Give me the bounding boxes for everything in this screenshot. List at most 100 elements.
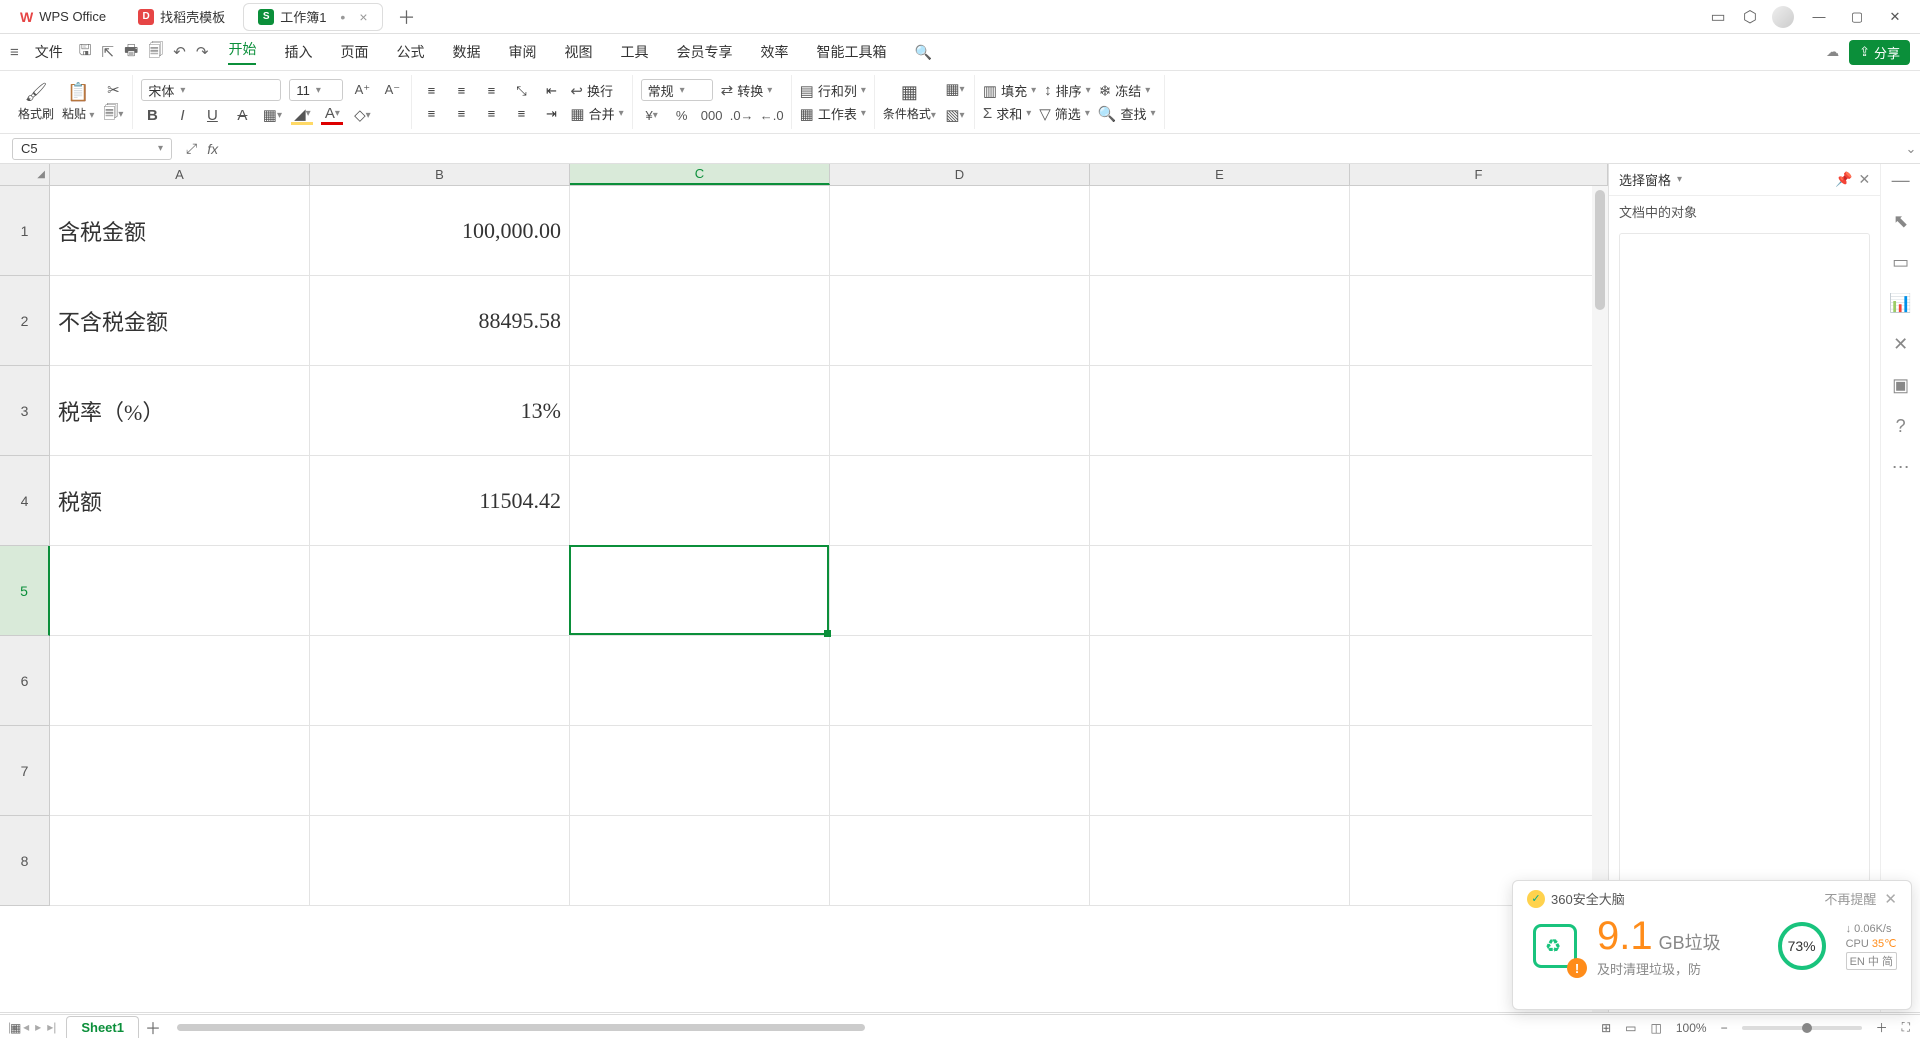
column-header[interactable]: D bbox=[830, 164, 1090, 185]
zoom-out-button[interactable]: − bbox=[1721, 1021, 1728, 1035]
merge-cells-button[interactable]: ▦合并▾ bbox=[570, 104, 623, 123]
ribbon-tab-review[interactable]: 审阅 bbox=[508, 42, 536, 62]
align-bottom-icon[interactable]: ≡ bbox=[480, 82, 502, 100]
strikethrough-icon[interactable]: A bbox=[231, 105, 253, 125]
collapse-panel-icon[interactable]: — bbox=[1892, 170, 1910, 191]
align-justify-icon[interactable]: ≡ bbox=[510, 105, 532, 123]
ribbon-tab-efficiency[interactable]: 效率 bbox=[760, 42, 788, 62]
column-header[interactable]: F bbox=[1350, 164, 1608, 185]
chart-tool-icon[interactable]: 📊 bbox=[1889, 293, 1911, 314]
popup-close-icon[interactable]: ✕ bbox=[1884, 890, 1897, 908]
cell[interactable] bbox=[830, 276, 1090, 366]
clear-format-icon[interactable]: ◇▾ bbox=[351, 105, 373, 125]
align-top-icon[interactable]: ≡ bbox=[420, 82, 442, 100]
window-minimize-button[interactable]: — bbox=[1800, 1, 1838, 33]
indent-inc-icon[interactable]: ⇥ bbox=[540, 105, 562, 123]
ribbon-tab-page[interactable]: 页面 bbox=[340, 42, 368, 62]
cell[interactable] bbox=[1350, 456, 1608, 546]
underline-icon[interactable]: U bbox=[201, 105, 223, 125]
export-icon[interactable]: ⇱ bbox=[102, 43, 115, 61]
cell[interactable] bbox=[310, 726, 570, 816]
help-icon[interactable]: ? bbox=[1896, 416, 1906, 437]
search-icon[interactable]: 🔍 bbox=[914, 44, 931, 61]
panel-close-icon[interactable]: ✕ bbox=[1859, 171, 1871, 188]
sort-button[interactable]: ↕排序▾ bbox=[1044, 81, 1091, 100]
row-header[interactable]: 1 bbox=[0, 186, 50, 276]
cell[interactable] bbox=[830, 726, 1090, 816]
cloud-icon[interactable]: ☁ bbox=[1826, 44, 1839, 60]
window-maximize-button[interactable]: ▢ bbox=[1838, 1, 1876, 33]
more-icon[interactable]: ⋯ bbox=[1892, 457, 1910, 478]
tools-icon[interactable]: ✕ bbox=[1893, 334, 1908, 355]
cell[interactable] bbox=[1090, 726, 1350, 816]
dec-inc-icon[interactable]: .0→ bbox=[731, 105, 753, 125]
font-color-icon[interactable]: A▾ bbox=[321, 105, 343, 125]
fill-button[interactable]: ▥填充▾ bbox=[983, 81, 1036, 100]
cpu-gauge[interactable]: 73% bbox=[1778, 922, 1826, 970]
rowcol-button[interactable]: ▤行和列▾ bbox=[800, 81, 866, 100]
column-header[interactable]: A bbox=[50, 164, 310, 185]
orientation-icon[interactable]: ⤡ bbox=[510, 82, 532, 100]
cell[interactable] bbox=[570, 816, 830, 906]
ribbon-tab-member[interactable]: 会员专享 bbox=[676, 42, 732, 62]
column-header[interactable]: C bbox=[570, 164, 830, 185]
status-mode-icon[interactable]: ▦ bbox=[10, 1021, 21, 1035]
cell[interactable] bbox=[570, 276, 830, 366]
indent-dec-icon[interactable]: ⇤ bbox=[540, 82, 562, 100]
paste-button[interactable]: 📋粘贴 ▾ bbox=[62, 82, 94, 122]
select-tool-icon[interactable]: ⬉ bbox=[1893, 211, 1908, 232]
cell[interactable] bbox=[310, 816, 570, 906]
fullscreen-icon[interactable]: ⛶ bbox=[1902, 1020, 1910, 1035]
number-format-select[interactable]: 常规▾ bbox=[641, 79, 713, 101]
convert-button[interactable]: ⇄转换▾ bbox=[721, 81, 773, 100]
tab-wps-home[interactable]: WWPS Office bbox=[6, 3, 120, 31]
view-page-icon[interactable]: ▭ bbox=[1625, 1021, 1636, 1035]
row-header[interactable]: 5 bbox=[0, 546, 50, 636]
name-box[interactable]: C5▾ bbox=[12, 138, 172, 160]
save-icon[interactable]: 🖫 bbox=[79, 40, 92, 65]
cell[interactable] bbox=[570, 456, 830, 546]
decrease-font-icon[interactable]: A⁻ bbox=[381, 80, 403, 100]
ribbon-tab-smart[interactable]: 智能工具箱 bbox=[816, 42, 886, 62]
cut-icon[interactable]: ✂ bbox=[102, 80, 124, 100]
zoom-slider[interactable] bbox=[1742, 1026, 1862, 1030]
cell[interactable] bbox=[830, 546, 1090, 636]
bold-icon[interactable]: B bbox=[141, 105, 163, 125]
cell[interactable] bbox=[1090, 366, 1350, 456]
copy-icon[interactable]: 🗐▾ bbox=[102, 104, 124, 124]
spreadsheet-grid[interactable]: ◢ABCDEF 1含税金额100,000.002不含税金额88495.583税率… bbox=[0, 164, 1608, 1012]
font-size-select[interactable]: 11▾ bbox=[289, 79, 343, 101]
fill-color-icon[interactable]: ◢▾ bbox=[291, 105, 313, 125]
cell[interactable] bbox=[1350, 636, 1608, 726]
cell[interactable] bbox=[830, 366, 1090, 456]
align-center-icon[interactable]: ≡ bbox=[450, 105, 472, 123]
cell[interactable]: 税率（%） bbox=[50, 366, 310, 456]
row-header[interactable]: 2 bbox=[0, 276, 50, 366]
increase-font-icon[interactable]: A⁺ bbox=[351, 80, 373, 100]
undo-icon[interactable]: ↶ bbox=[173, 43, 186, 61]
cell[interactable]: 88495.58 bbox=[310, 276, 570, 366]
row-header[interactable]: 7 bbox=[0, 726, 50, 816]
redo-icon[interactable]: ↷ bbox=[196, 43, 209, 61]
cell[interactable]: 11504.42 bbox=[310, 456, 570, 546]
cell[interactable] bbox=[570, 366, 830, 456]
cell[interactable] bbox=[1090, 636, 1350, 726]
ribbon-tab-insert[interactable]: 插入 bbox=[284, 42, 312, 62]
cell[interactable] bbox=[50, 816, 310, 906]
border-icon[interactable]: ▦▾ bbox=[261, 105, 283, 125]
percent-icon[interactable]: % bbox=[671, 105, 693, 125]
cond-format-button[interactable]: ▦条件格式▾ bbox=[883, 82, 936, 122]
cell[interactable] bbox=[1090, 276, 1350, 366]
app-menu-icon[interactable]: ≡ bbox=[10, 44, 19, 61]
wrap-text-button[interactable]: ↩换行 bbox=[570, 81, 613, 100]
row-header[interactable]: 4 bbox=[0, 456, 50, 546]
ribbon-tab-data[interactable]: 数据 bbox=[452, 42, 480, 62]
cell[interactable] bbox=[830, 186, 1090, 276]
cell[interactable] bbox=[570, 186, 830, 276]
cell[interactable]: 100,000.00 bbox=[310, 186, 570, 276]
cell[interactable] bbox=[50, 636, 310, 726]
cube-icon[interactable]: ⬡ bbox=[1734, 1, 1766, 33]
filter-button[interactable]: ▽筛选▾ bbox=[1039, 104, 1090, 123]
view-split-icon[interactable]: ◫ bbox=[1651, 1021, 1662, 1035]
fx-icon[interactable]: fx bbox=[207, 141, 218, 157]
